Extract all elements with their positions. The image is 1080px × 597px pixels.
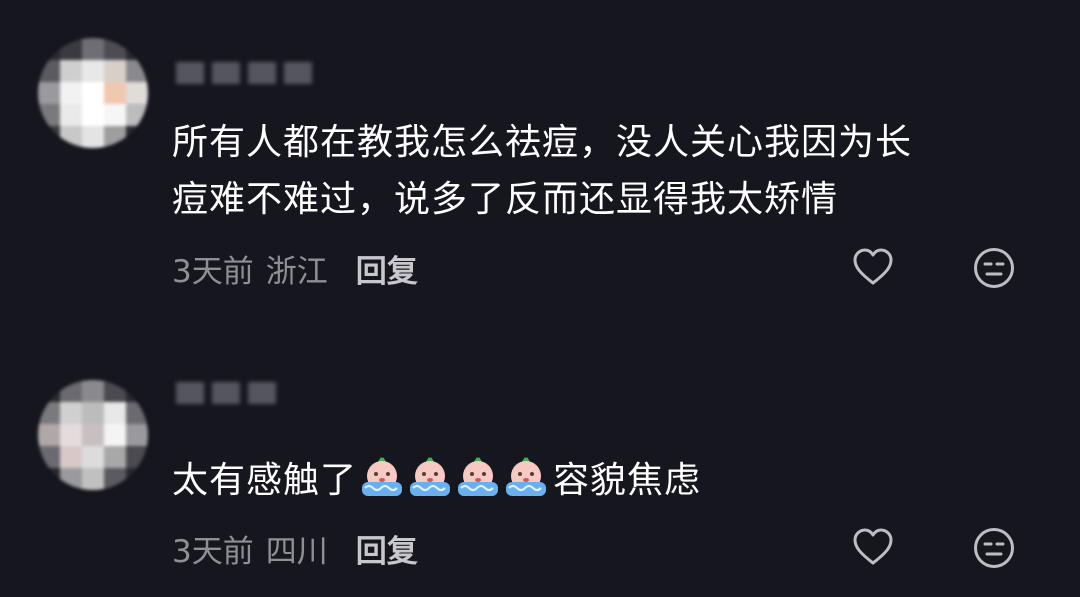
comment-text-segment: 太有感触了 [172,460,358,501]
meh-face-icon[interactable] [971,525,1017,571]
comment-item: 所有人都在教我怎么祛痘，没人关心我因为长 痘难不难过，说多了反而还显得我太矫情 … [0,0,1080,300]
crying-emoji-icon [455,454,501,498]
comment-meta: 3天前 浙江 回复 [172,246,418,291]
avatar[interactable] [38,380,148,490]
meh-face-icon[interactable] [971,245,1017,291]
comment-item: 太有感触了 容貌焦虑 3天前 四川 回复 [0,362,1080,597]
comment-location: 四川 [265,534,328,570]
reply-button[interactable]: 回复 [356,246,418,291]
comment-text: 所有人都在教我怎么祛痘，没人关心我因为长 痘难不难过，说多了反而还显得我太矫情 [172,114,1032,228]
comment-text-line: 痘难不难过，说多了反而还显得我太矫情 [172,179,839,220]
comment-meta: 3天前 四川 回复 [172,526,418,571]
comment-text-segment: 容貌焦虑 [553,460,702,501]
crying-emoji-icon [407,454,453,498]
crying-emoji-icon [503,454,549,498]
username-blurred[interactable] [172,378,342,408]
comment-text: 太有感触了 容貌焦虑 [172,452,1032,509]
emoji-group [359,454,551,498]
avatar[interactable] [38,38,148,148]
comment-time: 3天前 [172,254,254,290]
comment-time: 3天前 [172,534,254,570]
comment-location: 浙江 [265,254,328,290]
reply-button[interactable]: 回复 [356,526,418,571]
crying-emoji-icon [359,454,405,498]
username-blurred[interactable] [172,58,342,88]
heart-outline-icon[interactable] [850,525,896,571]
heart-outline-icon[interactable] [850,245,896,291]
comment-text-line: 所有人都在教我怎么祛痘，没人关心我因为长 [172,122,913,163]
